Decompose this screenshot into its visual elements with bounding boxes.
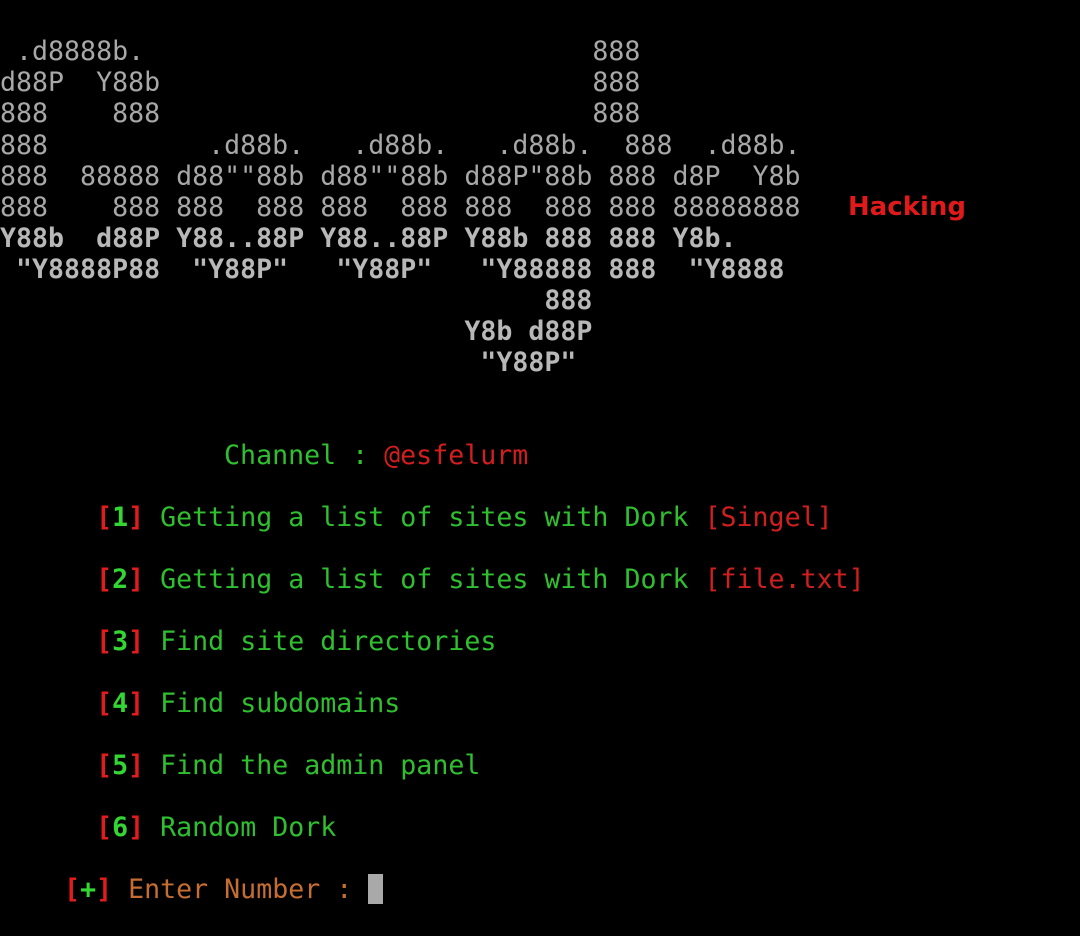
menu-text: Getting a list of sites with Dork	[144, 502, 705, 533]
text-cursor[interactable]	[368, 874, 384, 904]
bracket-open: [	[96, 688, 113, 719]
terminal-window: .d8888b. 888 d88P Y88b 888 888 888 888 8…	[0, 0, 1080, 935]
bracket-open: [	[96, 750, 113, 781]
menu-item-4: [4] Find subdomains	[0, 657, 400, 719]
menu-text: Find site directories	[144, 626, 497, 657]
menu-key: 1	[112, 502, 129, 533]
banner-line: Y8b d88P	[0, 316, 593, 347]
bracket-open: [	[96, 502, 113, 533]
prompt-label: Enter Number :	[112, 874, 369, 905]
banner-line: 888 888 888	[0, 98, 641, 129]
input-prompt[interactable]: [+] Enter Number :	[0, 843, 384, 905]
menu-item-2: [2] Getting a list of sites with Dork [f…	[0, 533, 865, 595]
menu-extra: [Singel]	[704, 502, 833, 533]
menu-text: Getting a list of sites with Dork	[144, 564, 705, 595]
bracket-close: ]	[128, 812, 145, 843]
banner-line: 888	[0, 285, 593, 316]
menu-text: Find subdomains	[144, 688, 401, 719]
menu-item-5: [5] Find the admin panel	[0, 719, 480, 781]
banner-line: "Y88P"	[0, 347, 577, 378]
menu-key: 3	[112, 626, 129, 657]
bracket-close: ]	[96, 874, 113, 905]
bracket-open: [	[64, 874, 81, 905]
menu-item-6: [6] Random Dork	[0, 781, 336, 843]
channel-line: Channel : @esfelurm	[160, 409, 528, 471]
menu-text: Random Dork	[144, 812, 337, 843]
bracket-close: ]	[128, 502, 145, 533]
menu-key: 4	[112, 688, 129, 719]
menu-text: Find the admin panel	[144, 750, 481, 781]
bracket-close: ]	[128, 688, 145, 719]
prompt-symbol: +	[80, 874, 97, 905]
banner-line: "Y8888P88 "Y88P" "Y88P" "Y88888 888 "Y88…	[0, 254, 785, 285]
bracket-close: ]	[128, 750, 145, 781]
menu-item-1: [1] Getting a list of sites with Dork [S…	[0, 471, 833, 533]
banner-line: Y88b d88P Y88..88P Y88..88P Y88b 888 888…	[0, 223, 737, 254]
channel-label: Channel :	[224, 440, 385, 471]
bracket-close: ]	[128, 626, 145, 657]
banner-line: 888 88888 d88""88b d88""88b d88P"88b 888…	[0, 161, 801, 192]
bracket-open: [	[96, 812, 113, 843]
menu-key: 2	[112, 564, 129, 595]
banner-line: d88P Y88b 888	[0, 67, 641, 98]
menu-key: 5	[112, 750, 129, 781]
banner-line: .d8888b. 888	[0, 36, 641, 67]
banner-line: 888 888 888 888 888 888 888 888 888 8888…	[0, 192, 801, 223]
bracket-close: ]	[128, 564, 145, 595]
menu-key: 6	[112, 812, 129, 843]
channel-handle: @esfelurm	[384, 440, 529, 471]
banner-line: 888 .d88b. .d88b. .d88b. 888 .d88b.	[0, 130, 801, 161]
bracket-open: [	[96, 626, 113, 657]
bracket-open: [	[96, 564, 113, 595]
menu-extra: [file.txt]	[704, 564, 865, 595]
menu-item-3: [3] Find site directories	[0, 595, 496, 657]
banner-tag: Hacking	[848, 192, 967, 222]
